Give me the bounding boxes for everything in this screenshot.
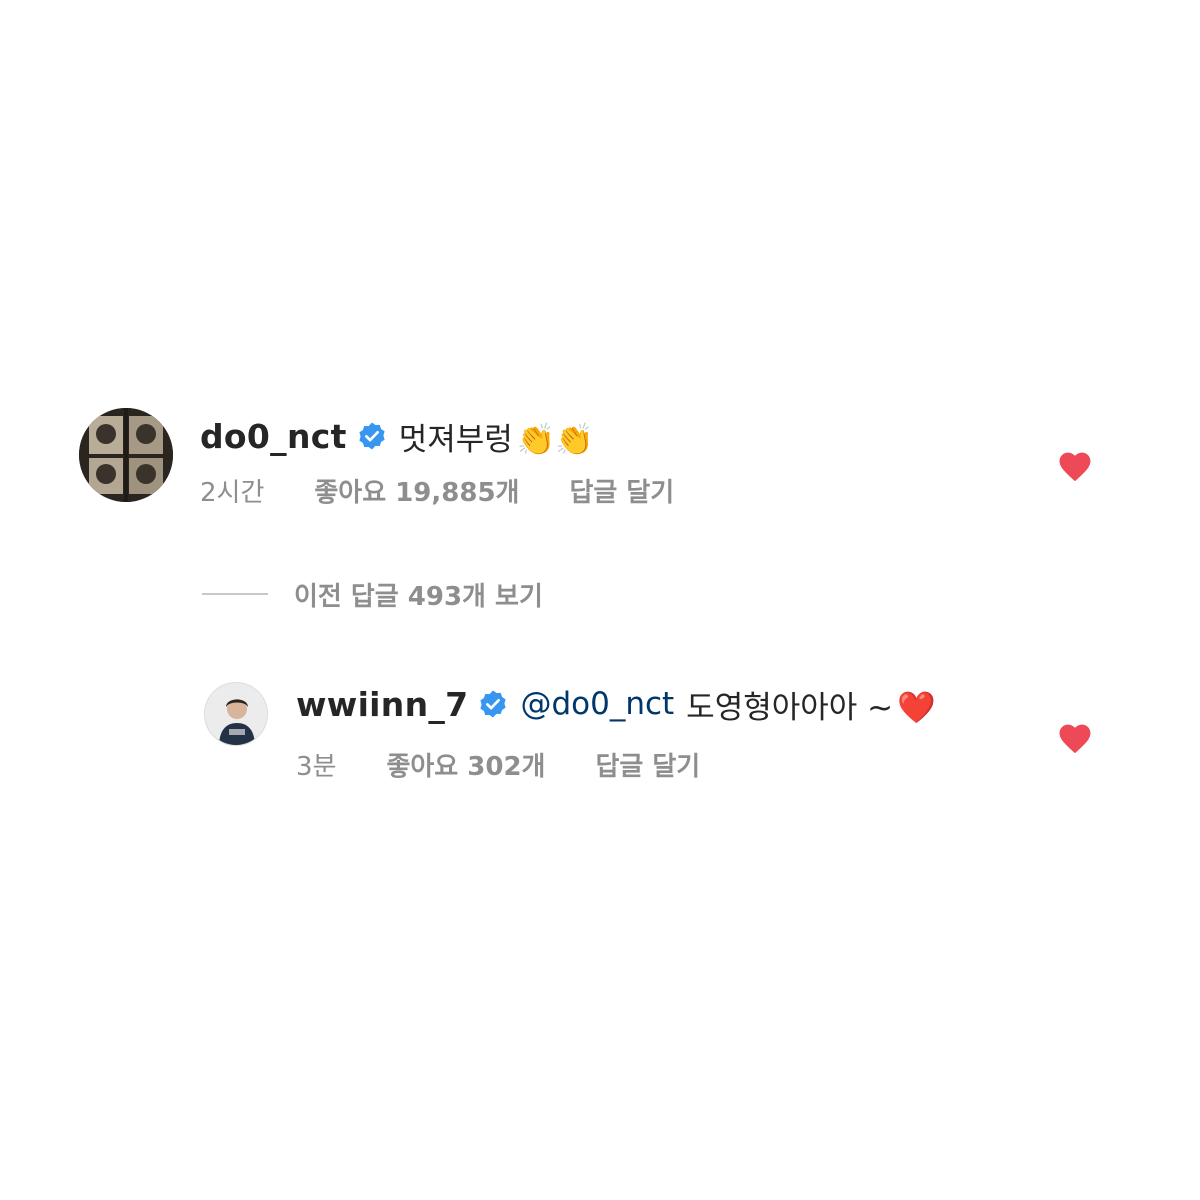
verified-badge-icon — [480, 690, 507, 718]
username[interactable]: wwiinn_7 — [296, 685, 468, 724]
comment-header: do0_nct 멋져부렁 👏👏 — [200, 412, 594, 460]
comment-meta: 2시간 좋아요 19,885개 답글 달기 — [200, 472, 674, 508]
like-count[interactable]: 좋아요 302개 — [386, 746, 545, 783]
comment-reply: wwiinn_7 @do0_nct 도영형아아아 ~ ❤️ 3분 좋아요 302개… — [0, 682, 1200, 782]
comment: do0_nct 멋져부렁 👏👏 2시간 좋아요 19,885개 답글 달기 — [0, 408, 1200, 518]
mention-link[interactable]: @do0_nct — [520, 686, 674, 722]
reply-button[interactable]: 답글 달기 — [569, 472, 674, 509]
clapping-hands-emoji: 👏👏 — [516, 421, 594, 458]
verified-badge-icon — [359, 422, 385, 450]
comment-header: wwiinn_7 @do0_nct 도영형아아아 ~ ❤️ — [296, 682, 936, 726]
view-previous-replies[interactable]: 이전 답글 493개 보기 — [202, 574, 543, 614]
username[interactable]: do0_nct — [200, 417, 347, 456]
comment-text: 도영형아아아 ~ ❤️ — [686, 689, 936, 726]
like-heart-icon[interactable] — [1056, 448, 1094, 482]
view-replies-label: 이전 답글 493개 보기 — [294, 581, 543, 612]
avatar[interactable] — [79, 408, 173, 502]
avatar[interactable] — [204, 682, 268, 746]
avatar-person-icon — [205, 683, 267, 745]
avatar-photo-collage-icon — [79, 408, 173, 502]
timestamp[interactable]: 2시간 — [200, 472, 264, 509]
timestamp[interactable]: 3분 — [296, 746, 336, 783]
comment-text: 멋져부렁 👏👏 — [398, 421, 594, 458]
divider — [202, 593, 268, 595]
reply-button[interactable]: 답글 달기 — [595, 746, 700, 783]
comment-meta: 3분 좋아요 302개 답글 달기 — [296, 746, 700, 782]
like-heart-icon[interactable] — [1056, 720, 1094, 754]
red-heart-emoji: ❤️ — [897, 689, 936, 726]
like-count[interactable]: 좋아요 19,885개 — [314, 472, 519, 509]
